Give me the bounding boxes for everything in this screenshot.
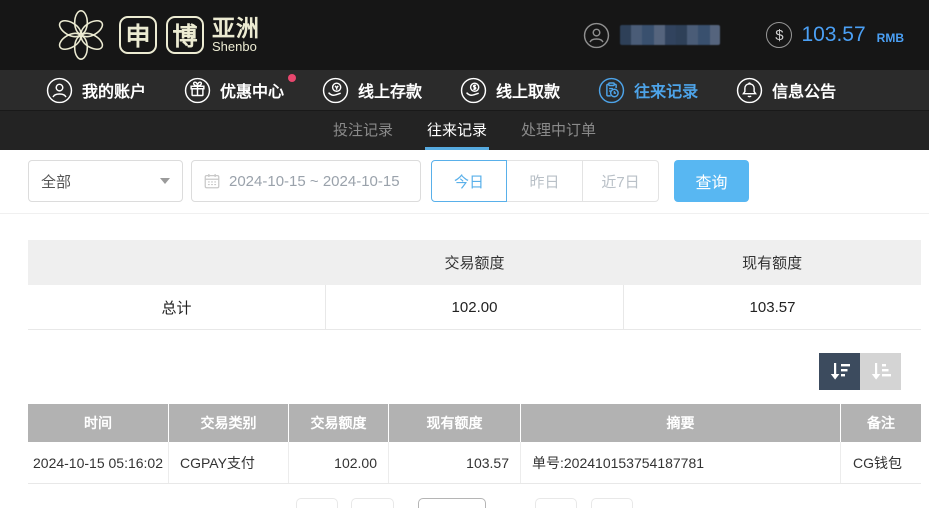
filter-bar: 全部 2024-10-15 ~ 2024-10-15 今日 昨日 近7日 查询 <box>28 160 901 202</box>
records-icon <box>598 77 625 103</box>
username-redacted <box>620 25 721 45</box>
chevron-down-icon <box>160 178 170 184</box>
user-account-chip[interactable] <box>583 22 721 49</box>
balance-currency: RMB <box>876 31 904 45</box>
total-current-balance: 103.57 <box>623 285 921 329</box>
cell-amount: 102.00 <box>288 442 388 483</box>
summary-table: 交易额度 现有额度 总计 102.00 103.57 <box>28 240 921 330</box>
sort-descending-icon <box>830 362 850 380</box>
logo-subtitle: Shenbo <box>212 39 257 55</box>
col-time: 时间 <box>84 415 112 431</box>
pagination-next-button[interactable] <box>535 498 577 508</box>
summary-col-current-balance: 现有额度 <box>742 255 803 272</box>
tab-label: 往来记录 <box>426 121 487 139</box>
date-range-input[interactable]: 2024-10-15 ~ 2024-10-15 <box>191 160 421 202</box>
calendar-icon <box>204 173 220 189</box>
logo[interactable]: 申 博 亚洲 Shenbo <box>52 6 260 64</box>
type-select[interactable]: 全部 <box>28 160 183 202</box>
nav-item-announcements[interactable]: 信息公告 <box>736 77 836 104</box>
flower-logo-icon <box>58 10 104 60</box>
logo-char-2: 博 <box>166 16 204 54</box>
summary-table-header: 交易额度 现有额度 <box>28 240 921 285</box>
nav-item-promotions[interactable]: 优惠中心 <box>184 73 297 104</box>
pagination-page-select[interactable] <box>418 498 486 508</box>
today-button[interactable]: 今日 <box>431 160 507 202</box>
pagination <box>0 498 929 508</box>
yesterday-button[interactable]: 昨日 <box>507 160 583 202</box>
nav-label: 我的账户 <box>82 84 147 101</box>
pagination-prev-button[interactable] <box>351 498 394 508</box>
cell-remark: CG钱包 <box>840 442 921 483</box>
sort-descending-button[interactable] <box>819 353 860 390</box>
announcement-icon <box>736 77 763 103</box>
cell-balance: 103.57 <box>388 442 520 483</box>
withdraw-icon <box>460 77 487 103</box>
type-select-value: 全部 <box>41 173 72 191</box>
notification-dot <box>288 73 297 82</box>
col-balance: 现有额度 <box>388 404 520 442</box>
summary-col-empty <box>28 240 326 285</box>
user-icon <box>46 77 73 103</box>
sort-ascending-icon <box>871 362 891 380</box>
records-table: 时间 交易类别 交易额度 现有额度 摘要 备注 2024-10-15 05:16… <box>28 404 921 484</box>
tab-label: 投注记录 <box>332 121 393 139</box>
nav-label: 线上取款 <box>496 84 561 101</box>
last-7-days-button[interactable]: 近7日 <box>583 160 659 202</box>
col-type: 交易类别 <box>168 404 288 442</box>
tab-label: 处理中订单 <box>521 121 597 139</box>
balance-amount: 103.57 <box>801 23 866 46</box>
avatar-icon <box>584 22 610 48</box>
nav-label: 往来记录 <box>634 84 699 101</box>
sort-controls <box>28 353 901 390</box>
nav-item-my-account[interactable]: 我的账户 <box>46 77 146 104</box>
pagination-last-button[interactable] <box>591 498 633 508</box>
col-summary: 摘要 <box>520 404 840 442</box>
nav-label: 线上存款 <box>358 84 423 101</box>
total-label: 总计 <box>161 299 192 317</box>
tab-betting-records[interactable]: 投注记录 <box>331 111 395 150</box>
sort-ascending-button[interactable] <box>860 353 901 390</box>
total-transaction-amount: 102.00 <box>325 285 623 329</box>
search-button[interactable]: 查询 <box>674 160 749 202</box>
logo-char-1: 申 <box>119 16 157 54</box>
nav-item-transaction-records[interactable]: 往来记录 <box>598 77 698 104</box>
nav-item-deposit[interactable]: 线上存款 <box>322 77 422 104</box>
tab-transaction-records[interactable]: 往来记录 <box>424 111 489 150</box>
col-remark: 备注 <box>840 404 921 442</box>
tab-processing-orders[interactable]: 处理中订单 <box>519 111 598 150</box>
deposit-icon <box>322 77 349 103</box>
logo-region-text: 亚洲 <box>212 15 260 42</box>
sub-nav: 投注记录 往来记录 处理中订单 <box>0 110 929 150</box>
nav-label: 信息公告 <box>772 84 837 101</box>
date-range-value: 2024-10-15 ~ 2024-10-15 <box>229 172 400 190</box>
quick-range-group: 今日 昨日 近7日 <box>431 160 659 202</box>
cell-time: 2024-10-15 05:16:02 <box>33 454 163 471</box>
summary-total-row: 总计 102.00 103.57 <box>28 285 921 330</box>
cell-type: CGPAY支付 <box>168 442 288 483</box>
balance-display[interactable]: $ 103.57 RMB <box>766 22 904 48</box>
table-row: 2024-10-15 05:16:02 CGPAY支付 102.00 103.5… <box>28 442 921 484</box>
dollar-icon: $ <box>766 22 793 48</box>
nav-label: 优惠中心 <box>220 84 285 101</box>
cell-summary: 单号:202410153754187781 <box>520 442 840 483</box>
section-divider <box>0 213 929 214</box>
main-nav: 我的账户 优惠中心 线上存款 线上取款 往来记录 信息公告 <box>0 70 929 110</box>
top-header: 申 博 亚洲 Shenbo $ 103.57 RMB <box>0 0 929 70</box>
summary-col-transaction-amount: 交易额度 <box>444 255 505 272</box>
records-table-header: 时间 交易类别 交易额度 现有额度 摘要 备注 <box>28 404 921 442</box>
col-amount: 交易额度 <box>288 404 388 442</box>
nav-item-withdraw[interactable]: 线上取款 <box>460 77 560 104</box>
pagination-first-button[interactable] <box>296 498 338 508</box>
gift-icon <box>184 77 211 103</box>
